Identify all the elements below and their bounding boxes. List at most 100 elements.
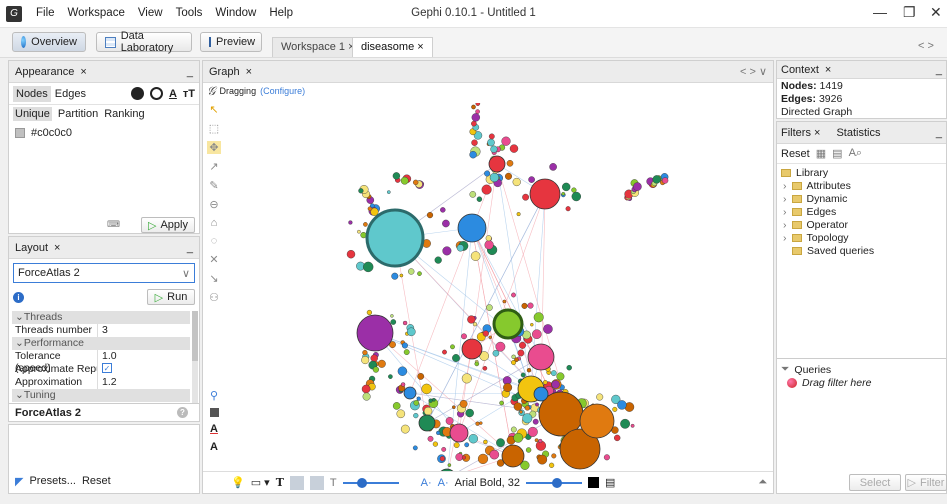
network-node[interactable] xyxy=(346,249,356,259)
network-node[interactable] xyxy=(391,272,399,280)
network-hub-node[interactable] xyxy=(488,155,506,173)
network-node[interactable] xyxy=(432,397,436,402)
layout-algorithm-select[interactable]: ForceAtlas 2 ∨ xyxy=(13,263,195,283)
screenshot-icon[interactable]: ▭ ▾ xyxy=(251,476,270,489)
network-node[interactable] xyxy=(549,462,555,468)
network-node[interactable] xyxy=(565,206,571,212)
edge-pencil-icon[interactable]: ↗ xyxy=(209,160,218,173)
network-node[interactable] xyxy=(392,172,401,180)
network-node[interactable] xyxy=(522,413,533,424)
network-node[interactable] xyxy=(452,354,460,362)
graph-close-icon[interactable]: × xyxy=(246,66,252,78)
network-node[interactable] xyxy=(513,402,523,411)
network-node[interactable] xyxy=(526,368,532,373)
tab-workspace-1[interactable]: Workspace 1 × xyxy=(272,37,364,57)
pointer-icon[interactable]: ↖ xyxy=(209,103,218,116)
network-node[interactable] xyxy=(417,271,422,276)
network-node[interactable] xyxy=(525,447,532,453)
network-node[interactable] xyxy=(510,426,517,433)
tab-diseasome[interactable]: diseasome × xyxy=(352,37,433,57)
network-node[interactable] xyxy=(509,144,519,153)
network-node[interactable] xyxy=(612,406,618,412)
bulb-icon[interactable]: 💡 xyxy=(231,476,245,489)
configure-link[interactable]: (Configure) xyxy=(260,86,305,96)
label-color-swatch[interactable] xyxy=(588,477,600,488)
network-node[interactable] xyxy=(442,246,452,256)
network-node[interactable] xyxy=(524,405,531,411)
overview-button[interactable]: Overview xyxy=(12,32,86,52)
filters-reset-button[interactable]: Reset xyxy=(781,148,810,160)
network-node[interactable] xyxy=(464,442,470,448)
network-node[interactable] xyxy=(377,359,386,368)
network-node[interactable] xyxy=(442,349,447,355)
network-node[interactable] xyxy=(475,103,481,106)
hide-edges-icon[interactable] xyxy=(309,475,324,490)
network-node[interactable] xyxy=(476,196,483,202)
network-node[interactable] xyxy=(436,430,441,435)
network-node[interactable] xyxy=(417,372,425,380)
reset-layout-button[interactable]: Reset xyxy=(82,475,111,488)
tree-topology[interactable]: › Topology xyxy=(781,231,942,244)
network-node[interactable] xyxy=(406,327,416,337)
network-node[interactable] xyxy=(469,151,477,159)
network-hub-node[interactable] xyxy=(356,314,394,352)
network-node[interactable] xyxy=(455,453,464,461)
network-node[interactable] xyxy=(442,219,450,228)
prop-tolerance[interactable]: Tolerance (speed) 1.0 xyxy=(12,350,190,374)
data-laboratory-button[interactable]: Data Laboratory xyxy=(96,30,192,54)
network-node[interactable] xyxy=(517,349,525,357)
edge-label-icon[interactable] xyxy=(289,475,304,490)
network-node[interactable] xyxy=(471,113,481,122)
network-node[interactable] xyxy=(521,302,528,309)
network-node[interactable] xyxy=(453,442,460,448)
network-node[interactable] xyxy=(461,333,467,340)
network-node[interactable] xyxy=(483,439,488,445)
help-icon[interactable]: ? xyxy=(177,407,188,418)
network-node[interactable] xyxy=(538,438,543,443)
network-node[interactable] xyxy=(468,434,479,444)
filters-minimize-icon[interactable]: _ xyxy=(936,127,942,139)
network-node[interactable] xyxy=(477,453,489,465)
network-node[interactable] xyxy=(519,341,527,349)
tab-statistics[interactable]: Statistics xyxy=(836,127,880,139)
network-node[interactable] xyxy=(445,416,454,425)
layout-minimize-icon[interactable]: _ xyxy=(187,242,193,254)
network-node[interactable] xyxy=(492,349,500,357)
network-node[interactable] xyxy=(496,438,505,448)
label-color-tool-icon[interactable]: A xyxy=(210,423,218,435)
network-node[interactable] xyxy=(421,383,432,395)
minimize-window-button[interactable]: — xyxy=(873,4,887,20)
network-node[interactable] xyxy=(486,304,493,311)
network-node[interactable] xyxy=(482,330,489,337)
network-canvas[interactable] xyxy=(227,103,773,471)
attributes-icon[interactable]: ▤ xyxy=(605,476,615,489)
network-hub-node[interactable] xyxy=(529,178,561,210)
network-hub-node[interactable] xyxy=(579,403,615,439)
apply-button[interactable]: ▷ Apply xyxy=(141,217,195,233)
network-node[interactable] xyxy=(362,261,374,273)
context-minimize-icon[interactable]: _ xyxy=(936,64,942,76)
network-node[interactable] xyxy=(506,160,514,167)
tab-filters[interactable]: Filters × xyxy=(781,127,820,139)
network-node[interactable] xyxy=(527,426,538,437)
network-node[interactable] xyxy=(499,400,504,406)
network-node[interactable] xyxy=(489,172,500,183)
network-node[interactable] xyxy=(390,319,397,325)
network-node[interactable] xyxy=(471,104,476,110)
network-node[interactable] xyxy=(388,374,393,379)
network-node[interactable] xyxy=(503,383,513,393)
shortest-path-icon[interactable]: ◌ xyxy=(211,235,218,247)
network-node[interactable] xyxy=(470,251,481,261)
network-hub-node[interactable] xyxy=(527,343,555,371)
filter-button[interactable]: ▷ Filter xyxy=(905,474,947,491)
network-node[interactable] xyxy=(484,170,491,177)
network-node[interactable] xyxy=(514,357,519,363)
network-node[interactable] xyxy=(537,454,548,465)
network-node[interactable] xyxy=(402,320,408,326)
network-node[interactable] xyxy=(361,384,371,394)
network-node[interactable] xyxy=(441,446,447,452)
network-node[interactable] xyxy=(495,341,506,352)
subtab-ranking[interactable]: Ranking xyxy=(104,108,144,120)
network-node[interactable] xyxy=(361,356,370,365)
network-node[interactable] xyxy=(481,184,492,195)
